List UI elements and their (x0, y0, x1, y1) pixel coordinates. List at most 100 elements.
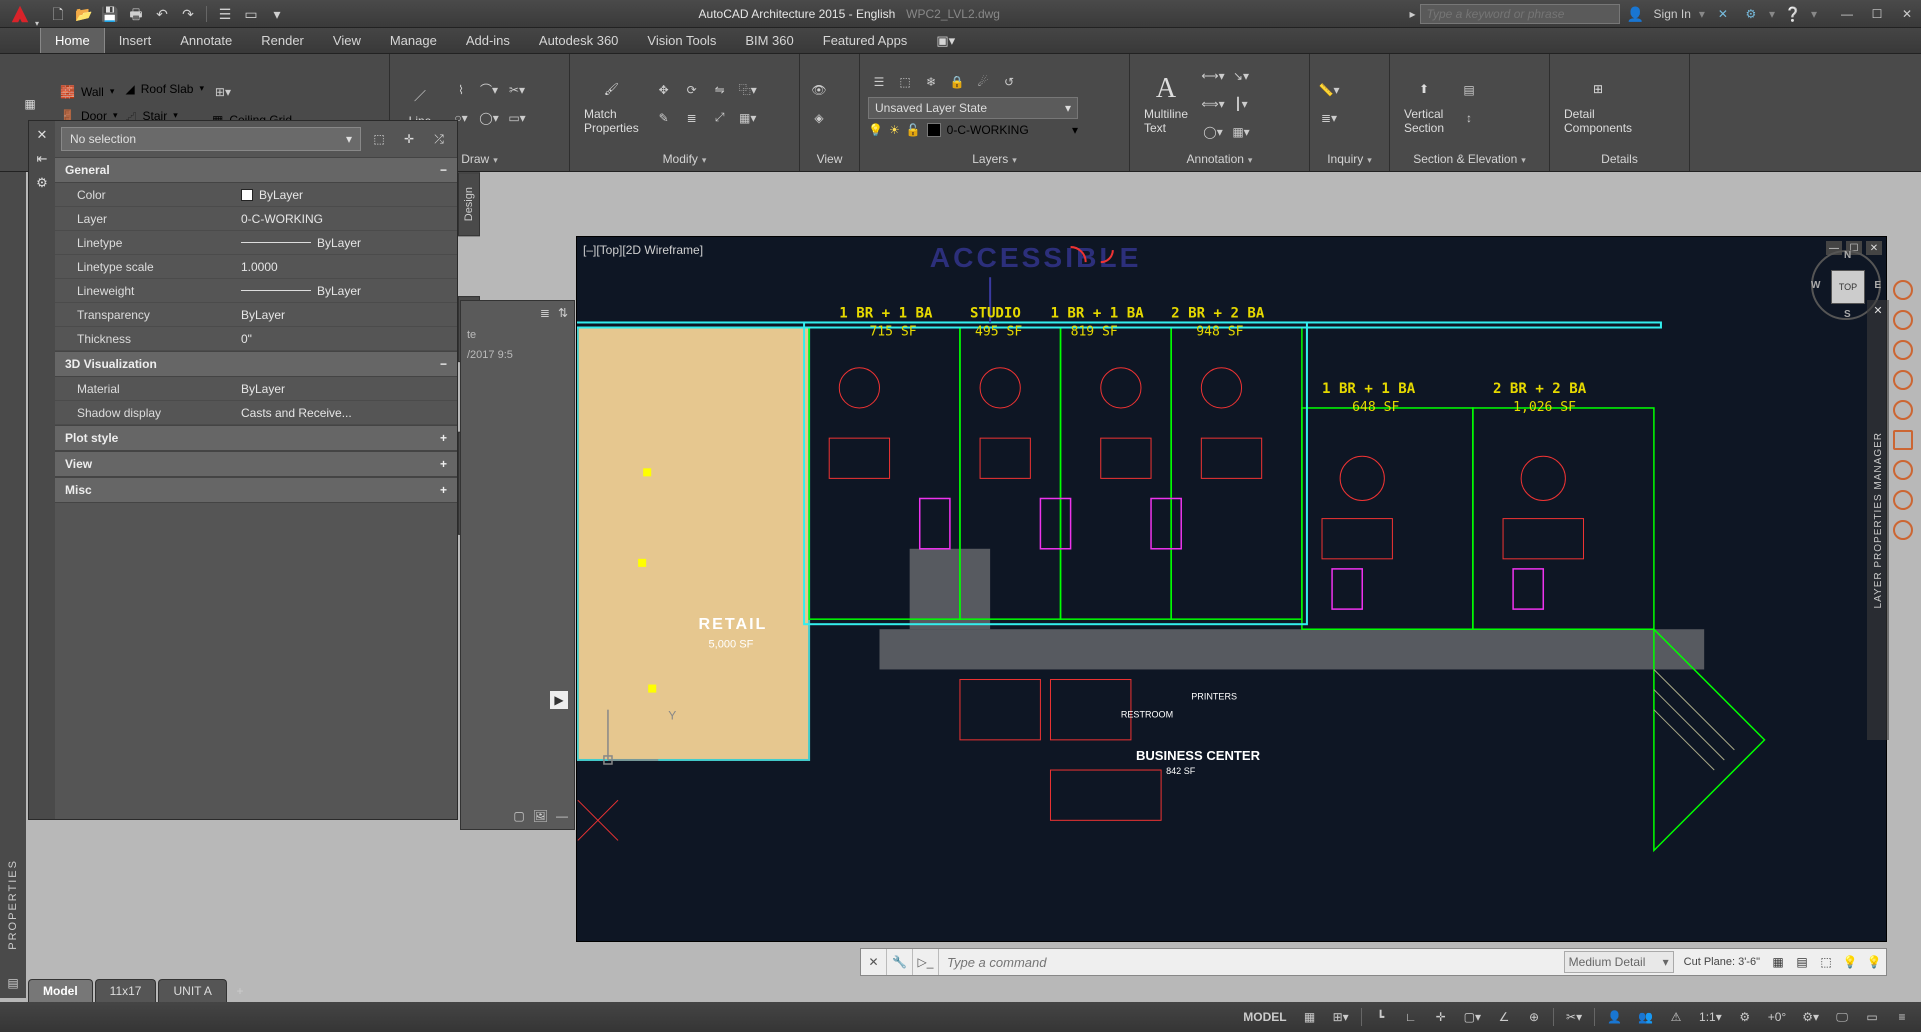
status-p2-icon[interactable]: 👥 (1634, 1006, 1657, 1028)
nav-show-icon[interactable] (1893, 400, 1913, 420)
aux-sort-icon[interactable]: ⇅ (558, 306, 568, 320)
tag-icon[interactable]: ◯▾ (1202, 121, 1224, 143)
palette-close-icon[interactable]: ✕ (37, 127, 48, 143)
current-layer-combo[interactable]: 💡☀🔓0-C-WORKING▾ (868, 123, 1078, 137)
nav-orbit-icon[interactable] (1893, 370, 1913, 390)
tool-palette-icon[interactable]: ▦ (8, 86, 52, 122)
table-icon[interactable]: ▦▾ (1230, 121, 1252, 143)
section-general[interactable]: General− (55, 157, 457, 183)
aux-img-icon[interactable]: ▢ (513, 809, 524, 823)
palette-pin-icon[interactable]: ⇤ (37, 151, 48, 167)
new-icon[interactable]: 🗋 (46, 3, 70, 25)
mirror-icon[interactable]: ⇋ (709, 79, 731, 101)
prop-thickness[interactable]: Thickness0" (55, 327, 457, 351)
status-grid-icon[interactable]: ▦ (1299, 1006, 1321, 1028)
cmd-close-icon[interactable]: ✕ (861, 949, 887, 975)
layermatch-icon[interactable]: ☄ (972, 71, 994, 93)
properties-toggle-icon[interactable]: ▤ (7, 976, 18, 990)
palette-gear-icon[interactable]: ⚙ (36, 175, 48, 191)
rotate-icon[interactable]: ⟳ (681, 79, 703, 101)
help-icon[interactable]: ❔ (1783, 4, 1803, 24)
layerfreeze-icon[interactable]: ❄ (920, 71, 942, 93)
nav-zoom-icon[interactable] (1893, 340, 1913, 360)
status-ws-icon[interactable]: ⚙▾ (1798, 1006, 1823, 1028)
command-input[interactable] (939, 955, 1564, 970)
polyline-icon[interactable]: ⌇ (450, 79, 472, 101)
offset-icon[interactable]: ≣ (681, 107, 703, 129)
panel-layers-label[interactable]: Layers (972, 152, 1017, 166)
nav-extra3-icon[interactable] (1893, 520, 1913, 540)
status-polar-icon[interactable]: ✛ (1430, 1006, 1452, 1028)
section-3d[interactable]: 3D Visualization− (55, 351, 457, 377)
status-menu-icon[interactable]: ≡ (1891, 1006, 1913, 1028)
nav-rect-icon[interactable] (1893, 430, 1913, 450)
panel-draw-label[interactable]: Draw (461, 152, 498, 166)
rect-icon[interactable]: ▭▾ (506, 107, 528, 129)
trim-icon[interactable]: ✂▾ (506, 79, 528, 101)
cmd-i1-icon[interactable]: ▦ (1769, 953, 1787, 971)
tab-insert[interactable]: Insert (105, 28, 167, 53)
status-p3-icon[interactable]: ⚠ (1665, 1006, 1687, 1028)
layerprev-icon[interactable]: ↺ (998, 71, 1020, 93)
array-icon[interactable]: ▦▾ (737, 107, 759, 129)
panel-section-label[interactable]: Section & Elevation (1413, 152, 1526, 166)
nav-pan-icon[interactable] (1893, 310, 1913, 330)
copy-icon[interactable]: ⿻▾ (737, 79, 759, 101)
layer-icon[interactable]: ☰ (213, 3, 237, 25)
arc-icon[interactable]: ⌒▾ (478, 79, 500, 101)
drawing-viewport[interactable]: [–][Top][2D Wireframe] — ☐ ✕ (576, 236, 1887, 942)
tab-bim360[interactable]: BIM 360 (731, 28, 808, 53)
tab-home[interactable]: Home (40, 28, 105, 53)
workspace-icon[interactable]: ▭ (239, 3, 263, 25)
properties-palette-title[interactable]: PROPERTIES (7, 859, 19, 950)
vertical-section-button[interactable]: ⬆Vertical Section (1398, 71, 1450, 137)
dim-icon[interactable]: ⟷▾ (1202, 65, 1224, 87)
view-iso-icon[interactable]: ◈ (808, 107, 830, 129)
exchange-x-icon[interactable]: ✕ (1713, 4, 1733, 24)
list-icon[interactable]: ≣▾ (1318, 107, 1340, 129)
layer-state-combo[interactable]: Unsaved Layer State▾ (868, 97, 1078, 119)
wall-button[interactable]: 🧱Wall▾ (60, 85, 118, 99)
move-icon[interactable]: ✥ (653, 79, 675, 101)
cut-plane-label[interactable]: Cut Plane: 3'-6" (1678, 956, 1766, 968)
layerprop-icon[interactable]: ☰ (868, 71, 890, 93)
roofslab-button[interactable]: ◢Roof Slab▾ (126, 82, 204, 96)
scale-icon[interactable]: ⤢ (709, 107, 731, 129)
status-sc-icon[interactable]: ✂▾ (1562, 1006, 1586, 1028)
leader-icon[interactable]: ↘▾ (1230, 65, 1252, 87)
qat-dropdown-icon[interactable]: ▾ (265, 3, 289, 25)
status-scale[interactable]: 1:1▾ (1695, 1006, 1726, 1028)
tab-visiontools[interactable]: Vision Tools (633, 28, 731, 53)
elev-icon[interactable]: ↕ (1458, 107, 1480, 129)
status-monitor-icon[interactable]: 🖵 (1831, 1006, 1853, 1028)
nav-wheel-icon[interactable] (1893, 280, 1913, 300)
panel-inquiry-label[interactable]: Inquiry (1327, 152, 1372, 166)
layerlock-icon[interactable]: 🔒 (946, 71, 968, 93)
aux-list-icon[interactable]: ≣ (540, 306, 550, 320)
print-icon[interactable]: 🖶 (124, 3, 148, 25)
layer-properties-manager-tab[interactable]: ✕ LAYER PROPERTIES MANAGER (1867, 300, 1889, 740)
tab-extra-icon[interactable]: ▣▾ (922, 28, 970, 53)
status-osnap-icon[interactable]: ▢▾ (1460, 1006, 1485, 1028)
section-plotstyle[interactable]: Plot style+ (55, 425, 457, 451)
prop-layer[interactable]: Layer0-C-WORKING (55, 207, 457, 231)
undo-icon[interactable]: ↶ (150, 3, 174, 25)
status-dyn-icon[interactable]: ⊕ (1523, 1006, 1545, 1028)
tab-view[interactable]: View (319, 28, 376, 53)
tab-manage[interactable]: Manage (376, 28, 452, 53)
pickadd-icon[interactable]: ⤮ (427, 127, 451, 151)
cmd-i3-icon[interactable]: ⬚ (1817, 953, 1835, 971)
panel-annotation-label[interactable]: Annotation (1187, 152, 1253, 166)
prop-material[interactable]: MaterialByLayer (55, 377, 457, 401)
tab-render[interactable]: Render (247, 28, 319, 53)
dim3-icon[interactable]: ┃▾ (1230, 93, 1252, 115)
status-gear-icon[interactable]: ⚙ (1734, 1006, 1756, 1028)
status-track-icon[interactable]: ∠ (1493, 1006, 1515, 1028)
status-snap-icon[interactable]: ┗ (1370, 1006, 1392, 1028)
tab-autodesk360[interactable]: Autodesk 360 (525, 28, 634, 53)
signin-label[interactable]: Sign In (1654, 7, 1691, 21)
section-misc[interactable]: Misc+ (55, 477, 457, 503)
panel-modify-label[interactable]: Modify (663, 152, 707, 166)
tab-unit-a[interactable]: UNIT A (158, 979, 226, 1002)
view-hide-icon[interactable]: 👁 (808, 79, 830, 101)
